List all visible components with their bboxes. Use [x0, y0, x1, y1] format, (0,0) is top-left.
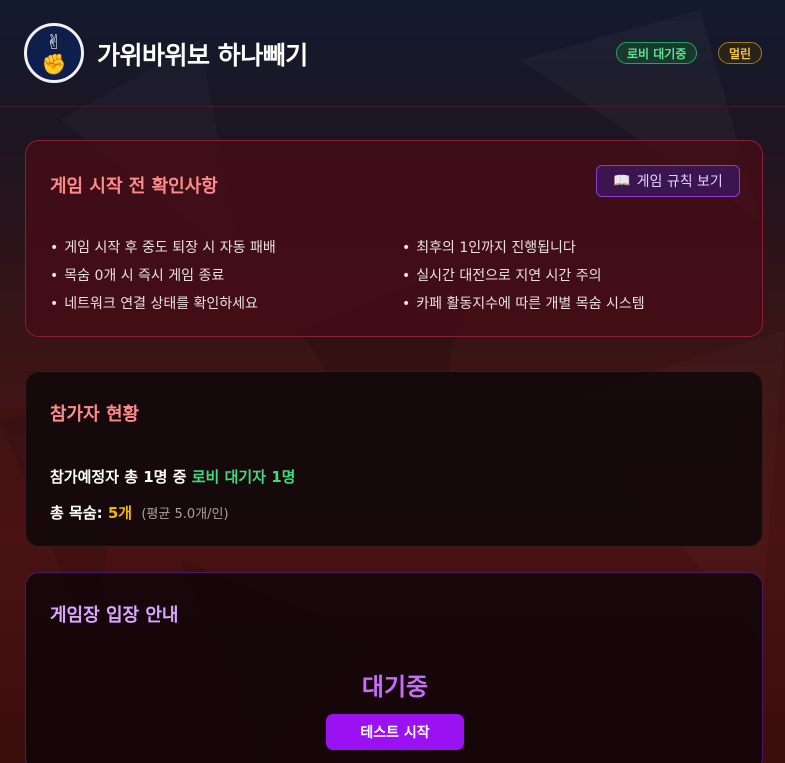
- user-badge[interactable]: 멀린: [718, 42, 763, 64]
- book-icon: 📖: [613, 173, 631, 189]
- rules-card: 게임 시작 전 확인사항 📖 게임 규칙 보기 게임 시작 후 중도 퇴장 시 …: [25, 140, 763, 337]
- total-lives: 총 목숨: 5개 (평균 5.0개/인): [50, 502, 229, 523]
- entry-title: 게임장 입장 안내: [50, 605, 179, 626]
- participant-total: 참가예정자 총 1명 중: [50, 468, 187, 486]
- participants-title: 참가자 현황: [50, 404, 140, 425]
- waiting-status: 대기중: [361, 673, 429, 701]
- test-start-button[interactable]: 테스트 시작: [326, 714, 464, 750]
- view-rules-button[interactable]: 📖 게임 규칙 보기: [596, 165, 740, 197]
- total-lives-value: 5개: [107, 504, 133, 522]
- rule-item: 목숨 0개 시 즉시 게임 종료: [50, 265, 276, 293]
- rule-item: 네트워크 연결 상태를 확인하세요: [50, 293, 276, 321]
- lobby-status-badge: 로비 대기중: [616, 42, 698, 64]
- average-lives: (평균 5.0개/인): [141, 507, 229, 522]
- total-lives-label: 총 목숨:: [50, 504, 103, 522]
- peace-hand-icon: ✌: [45, 30, 63, 54]
- view-rules-label: 게임 규칙 보기: [636, 174, 723, 190]
- rules-list-left: 게임 시작 후 중도 퇴장 시 자동 패배 목숨 0개 시 즉시 게임 종료 네…: [50, 237, 276, 321]
- rule-item: 최후의 1인까지 진행됩니다: [402, 237, 645, 265]
- rules-list-right: 최후의 1인까지 진행됩니다 실시간 대전으로 지연 시간 주의 카페 활동지수…: [402, 237, 645, 321]
- entry-card: 게임장 입장 안내 대기중 테스트 시작: [25, 572, 763, 763]
- page-title: 가위바위보 하나빼기: [97, 41, 308, 70]
- lobby-waiting-count: 로비 대기자 1명: [191, 468, 296, 486]
- header: ✌ ✊ 가위바위보 하나빼기 로비 대기중 멀린: [0, 0, 785, 107]
- rules-title: 게임 시작 전 확인사항: [50, 176, 218, 197]
- rule-item: 카페 활동지수에 따른 개별 목숨 시스템: [402, 293, 644, 321]
- fist-hand-icon: ✊: [41, 52, 67, 76]
- rule-item: 게임 시작 후 중도 퇴장 시 자동 패배: [50, 237, 275, 265]
- rule-item: 실시간 대전으로 지연 시간 주의: [402, 265, 645, 293]
- participants-card: 참가자 현황 참가예정자 총 1명 중 로비 대기자 1명 총 목숨: 5개 (…: [25, 371, 763, 547]
- app-logo: ✌ ✊: [24, 23, 84, 83]
- participant-count: 참가예정자 총 1명 중 로비 대기자 1명: [50, 466, 295, 487]
